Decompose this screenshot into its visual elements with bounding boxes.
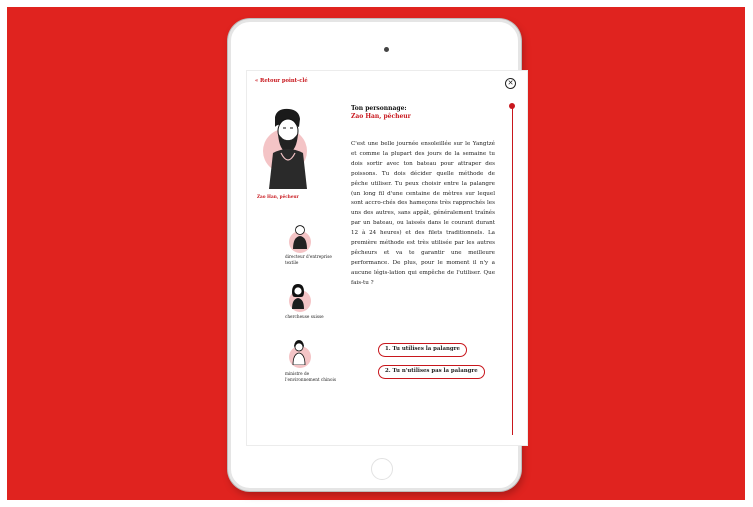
fisherman-portrait-icon [269, 108, 307, 189]
character-heading: Ton personnage: [351, 105, 407, 112]
choice-button-2[interactable]: 2. Tu n'utilises pas la palangre [378, 365, 485, 379]
story-text: C'est une belle journée ensoleillée sur … [351, 141, 495, 286]
businessman-icon[interactable] [290, 223, 310, 249]
app-screen: « Retour point-clé ✕ Zao Han, pêcheur di… [246, 70, 528, 446]
back-link[interactable]: « Retour point-clé [255, 78, 315, 84]
character-label: directeur d'entreprise textile [285, 254, 332, 265]
character-label: ministre de l'environnement chinois [285, 371, 337, 382]
home-button[interactable] [371, 458, 393, 480]
scrollbar-thumb[interactable] [509, 103, 515, 109]
character-name: Zao Han, pêcheur [351, 113, 411, 120]
close-icon[interactable]: ✕ [505, 78, 516, 89]
camera-icon [384, 47, 389, 52]
scrollbar[interactable] [512, 105, 513, 435]
character-label: chercheuse suisse [285, 314, 324, 319]
minister-icon[interactable] [289, 339, 309, 365]
choice-button-1[interactable]: 1. Tu utilises la palangre [378, 343, 467, 357]
main-character-label: Zao Han, pêcheur [257, 194, 299, 199]
researcher-icon[interactable] [288, 283, 308, 309]
